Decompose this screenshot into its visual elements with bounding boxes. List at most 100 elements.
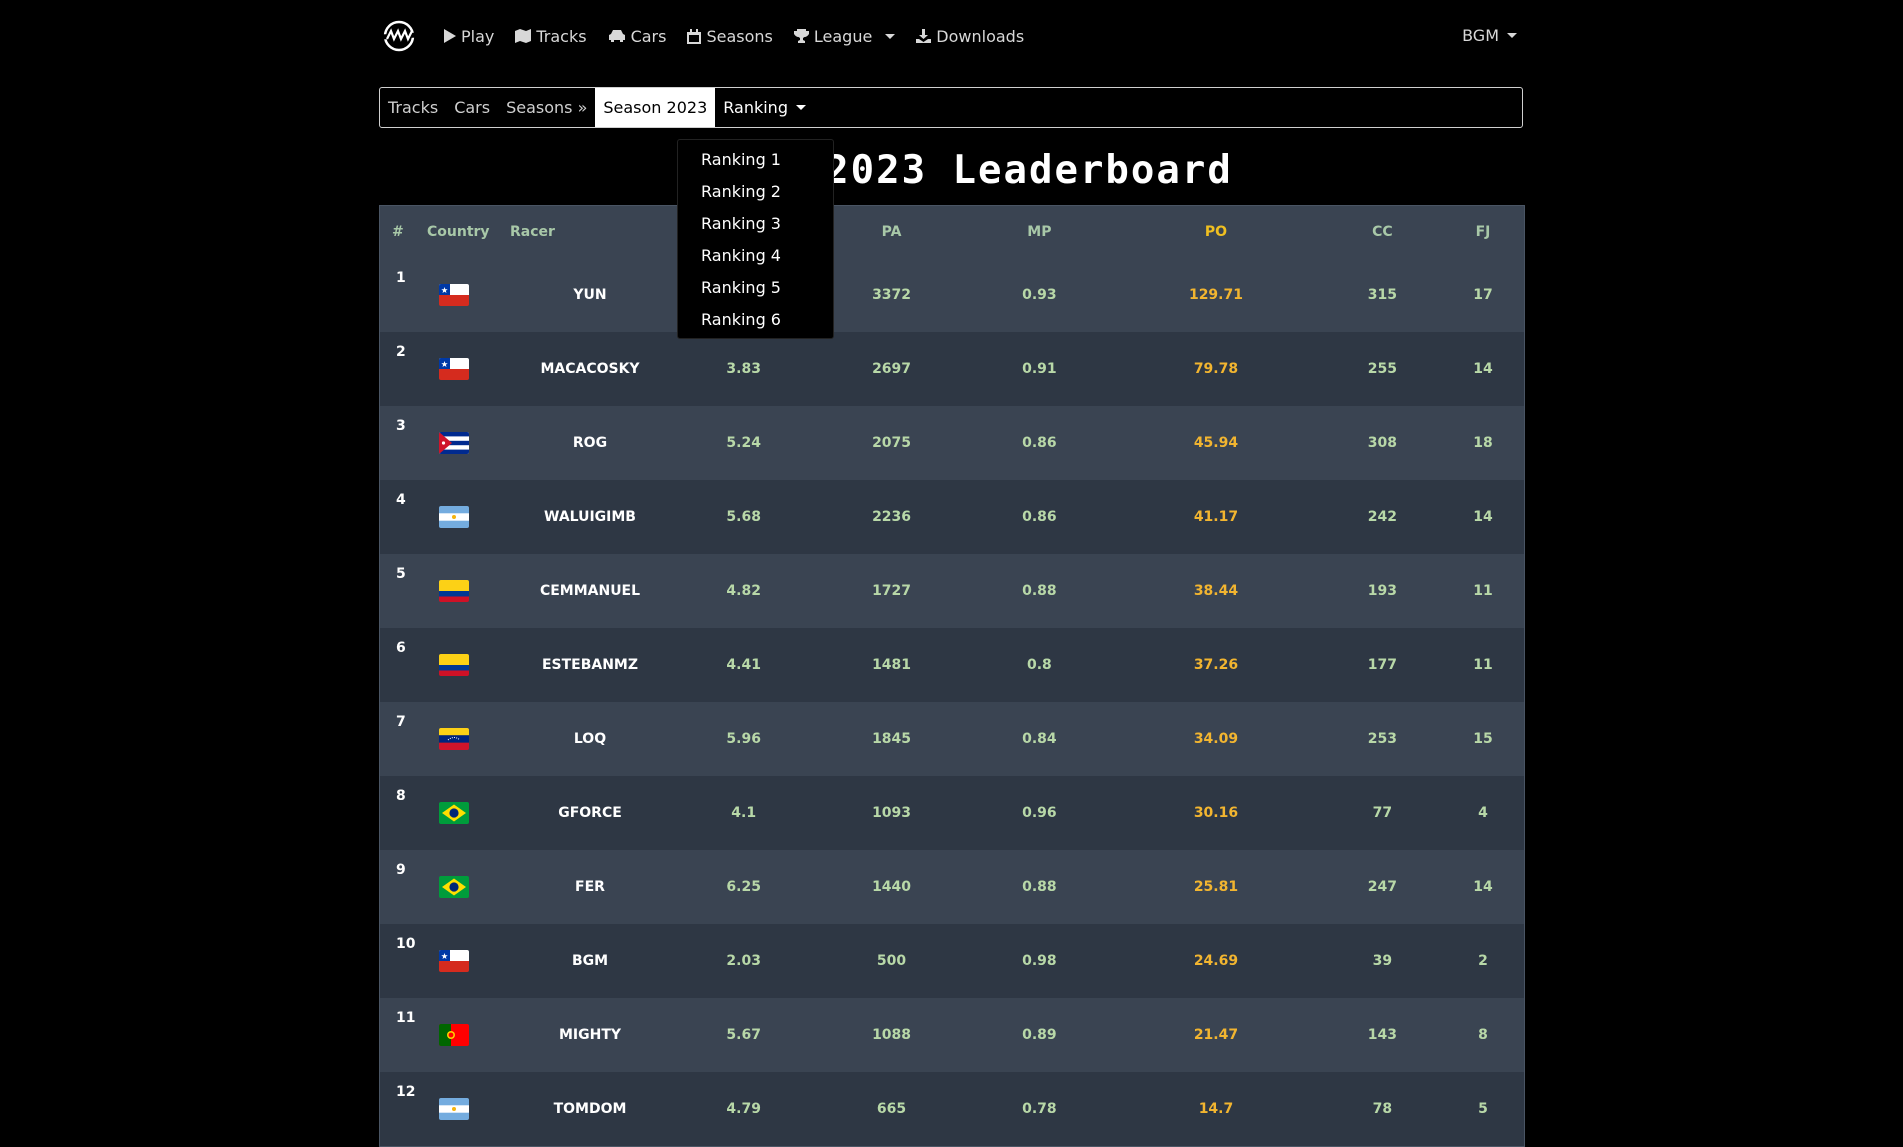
map-icon xyxy=(515,29,532,43)
cell-avg: 2.03 xyxy=(674,924,814,998)
user-name: BGM xyxy=(1462,26,1499,45)
cell-fj: 17 xyxy=(1441,258,1524,332)
cell-fj: 5 xyxy=(1441,1072,1524,1146)
cell-avg: 5.96 xyxy=(674,702,814,776)
ranking-option-2[interactable]: Ranking 2 xyxy=(678,176,833,208)
nav-seasons[interactable]: Seasons xyxy=(687,26,773,46)
ranking-option-5[interactable]: Ranking 5 xyxy=(678,272,833,304)
cell-avg: 5.68 xyxy=(674,480,814,554)
cell-cc: 308 xyxy=(1322,406,1442,480)
nav-play[interactable]: Play xyxy=(443,27,494,46)
header-fj[interactable]: FJ xyxy=(1441,206,1524,258)
leaderboard-table: # Country Racer PA MP PO CC FJ 1 YUN 3372 0… xyxy=(379,205,1525,1147)
subnav-season-2023[interactable]: Season 2023 xyxy=(595,88,716,127)
ranking-option-6[interactable]: Ranking 6 xyxy=(678,304,833,336)
header-mp[interactable]: MP xyxy=(969,206,1110,258)
nav-cars-label: Cars xyxy=(630,26,667,46)
table-row[interactable]: 7 LOQ 5.96 1845 0.84 34.09 253 15 xyxy=(380,702,1524,776)
table-row[interactable]: 4 WALUIGIMB 5.68 2236 0.86 41.17 242 14 xyxy=(380,480,1524,554)
cell-fj: 4 xyxy=(1441,776,1524,850)
subnav-cars[interactable]: Cars xyxy=(446,88,498,127)
cell-po: 24.69 xyxy=(1109,924,1323,998)
header-po[interactable]: PO xyxy=(1109,206,1323,258)
cell-racer[interactable]: YUN xyxy=(506,258,674,332)
table-row[interactable]: 11 MIGHTY 5.67 1088 0.89 21.47 143 8 xyxy=(380,998,1524,1072)
colombia-flag-icon xyxy=(439,654,469,676)
cell-racer[interactable]: CEMMANUEL xyxy=(506,554,674,628)
table-row[interactable]: 5 CEMMANUEL 4.82 1727 0.88 38.44 193 11 xyxy=(380,554,1524,628)
cell-po: 129.71 xyxy=(1109,258,1323,332)
cell-racer[interactable]: WALUIGIMB xyxy=(506,480,674,554)
top-navbar: Play Tracks Cars Seasons League Download… xyxy=(379,18,1517,54)
cell-mp: 0.86 xyxy=(969,406,1110,480)
cell-po: 45.94 xyxy=(1109,406,1323,480)
cell-avg: 6.25 xyxy=(674,850,814,924)
download-icon xyxy=(916,29,932,43)
table-row[interactable]: 12 TOMDOM 4.79 665 0.78 14.7 78 5 xyxy=(380,1072,1524,1146)
table-row[interactable]: 9 FER 6.25 1440 0.88 25.81 247 14 xyxy=(380,850,1524,924)
cell-pa: 2075 xyxy=(813,406,970,480)
cell-country xyxy=(421,702,506,776)
logo-icon xyxy=(380,20,418,52)
ranking-option-1[interactable]: Ranking 1 xyxy=(678,144,833,176)
cell-country xyxy=(421,332,506,406)
cell-cc: 39 xyxy=(1322,924,1442,998)
cell-country xyxy=(421,628,506,702)
subnav-tracks[interactable]: Tracks xyxy=(380,88,446,127)
header-rank[interactable]: # xyxy=(380,206,421,258)
table-row[interactable]: 10 BGM 2.03 500 0.98 24.69 39 2 xyxy=(380,924,1524,998)
table-row[interactable]: 2 MACACOSKY 3.83 2697 0.91 79.78 255 14 xyxy=(380,332,1524,406)
nav-tracks[interactable]: Tracks xyxy=(515,27,587,46)
nav-seasons-label: Seasons xyxy=(706,26,773,46)
cell-rank: 11 xyxy=(380,998,421,1072)
header-country[interactable]: Country xyxy=(421,206,506,258)
ranking-option-4[interactable]: Ranking 4 xyxy=(678,240,833,272)
cell-racer[interactable]: LOQ xyxy=(506,702,674,776)
table-row[interactable]: 1 YUN 3372 0.93 129.71 315 17 xyxy=(380,258,1524,332)
cell-mp: 0.86 xyxy=(969,480,1110,554)
subnav-seasons[interactable]: Seasons » xyxy=(498,88,595,127)
table-row[interactable]: 6 ESTEBANMZ 4.41 1481 0.8 37.26 177 11 xyxy=(380,628,1524,702)
header-racer[interactable]: Racer xyxy=(506,206,674,258)
cell-racer[interactable]: BGM xyxy=(506,924,674,998)
cell-racer[interactable]: ESTEBANMZ xyxy=(506,628,674,702)
ranking-option-3[interactable]: Ranking 3 xyxy=(678,208,833,240)
subnav-ranking-toggle[interactable]: Ranking xyxy=(715,88,814,127)
cell-racer[interactable]: TOMDOM xyxy=(506,1072,674,1146)
nav-cars[interactable]: Cars xyxy=(608,26,667,46)
brazil-flag-icon xyxy=(439,802,469,824)
cell-fj: 14 xyxy=(1441,480,1524,554)
cell-pa: 500 xyxy=(813,924,970,998)
table-row[interactable]: 8 GFORCE 4.1 1093 0.96 30.16 77 4 xyxy=(380,776,1524,850)
table-row[interactable]: 3 ROG 5.24 2075 0.86 45.94 308 18 xyxy=(380,406,1524,480)
cell-pa: 2697 xyxy=(813,332,970,406)
cell-fj: 18 xyxy=(1441,406,1524,480)
cell-racer[interactable]: ROG xyxy=(506,406,674,480)
cell-country xyxy=(421,1072,506,1146)
cell-avg: 5.67 xyxy=(674,998,814,1072)
cell-po: 25.81 xyxy=(1109,850,1323,924)
brazil-flag-icon xyxy=(439,876,469,898)
user-menu[interactable]: BGM xyxy=(1462,26,1517,45)
cell-country xyxy=(421,850,506,924)
cell-country xyxy=(421,776,506,850)
cell-country xyxy=(421,480,506,554)
nav-downloads[interactable]: Downloads xyxy=(916,27,1024,46)
cell-racer[interactable]: FER xyxy=(506,850,674,924)
cell-po: 14.7 xyxy=(1109,1072,1323,1146)
cell-racer[interactable]: MACACOSKY xyxy=(506,332,674,406)
cell-mp: 0.8 xyxy=(969,628,1110,702)
cell-rank: 1 xyxy=(380,258,421,332)
ranking-dropdown-menu: Ranking 1 Ranking 2 Ranking 3 Ranking 4 … xyxy=(677,139,834,339)
header-cc[interactable]: CC xyxy=(1322,206,1442,258)
cell-racer[interactable]: MIGHTY xyxy=(506,998,674,1072)
subnav-ranking-label: Ranking xyxy=(723,98,788,117)
site-logo[interactable] xyxy=(379,18,419,54)
header-pa[interactable]: PA xyxy=(813,206,970,258)
cell-po: 37.26 xyxy=(1109,628,1323,702)
cell-mp: 0.84 xyxy=(969,702,1110,776)
cell-mp: 0.89 xyxy=(969,998,1110,1072)
cell-racer[interactable]: GFORCE xyxy=(506,776,674,850)
cell-country xyxy=(421,406,506,480)
nav-league[interactable]: League xyxy=(793,27,896,46)
